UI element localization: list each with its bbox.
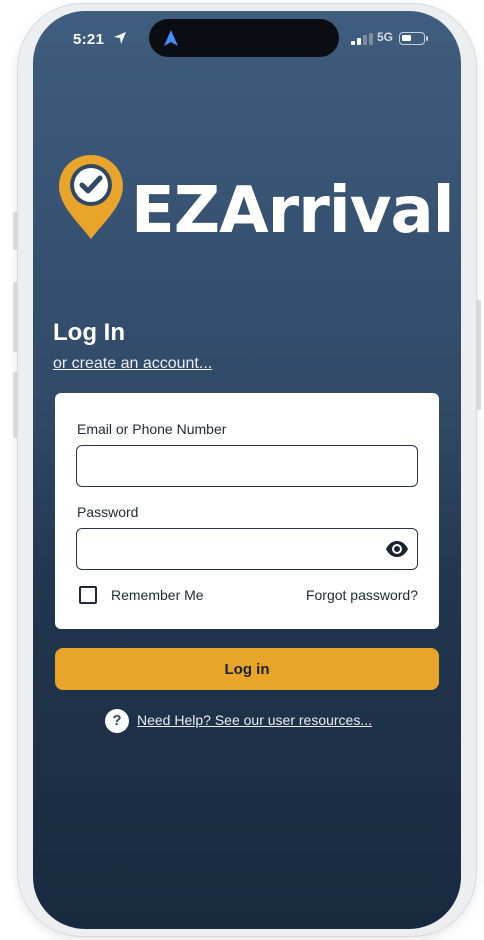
- power-button: [476, 300, 481, 410]
- phone-screen: 5:21 5G EZArrival Log In or create an ac…: [33, 11, 461, 929]
- battery-icon: [399, 32, 428, 45]
- page-title: Log In: [53, 319, 125, 346]
- navigation-arrow-icon: [164, 30, 178, 46]
- battery-cap: [426, 36, 428, 41]
- status-time: 5:21: [73, 31, 105, 48]
- battery-fill: [402, 35, 411, 41]
- help-icon[interactable]: ?: [105, 709, 129, 733]
- create-account-link[interactable]: or create an account...: [53, 355, 212, 373]
- login-card: Email or Phone Number Password Remember …: [55, 393, 439, 629]
- password-label: Password: [77, 504, 139, 520]
- location-pin-check-icon: [59, 155, 123, 239]
- dynamic-island: [149, 19, 339, 57]
- network-type: 5G: [377, 30, 394, 44]
- eye-icon[interactable]: [385, 540, 409, 558]
- location-arrow-icon: [114, 32, 126, 44]
- brand-logo-text: EZArrival: [131, 174, 455, 248]
- remember-me-label: Remember Me: [111, 587, 204, 603]
- password-field[interactable]: [76, 528, 418, 570]
- user-resources-link[interactable]: Need Help? See our user resources...: [137, 712, 372, 728]
- email-label: Email or Phone Number: [77, 421, 227, 437]
- email-field[interactable]: [76, 445, 418, 487]
- login-button[interactable]: Log in: [55, 648, 439, 690]
- signal-icon: [351, 33, 373, 45]
- forgot-password-link[interactable]: Forgot password?: [306, 587, 418, 603]
- remember-me-checkbox[interactable]: [79, 586, 97, 604]
